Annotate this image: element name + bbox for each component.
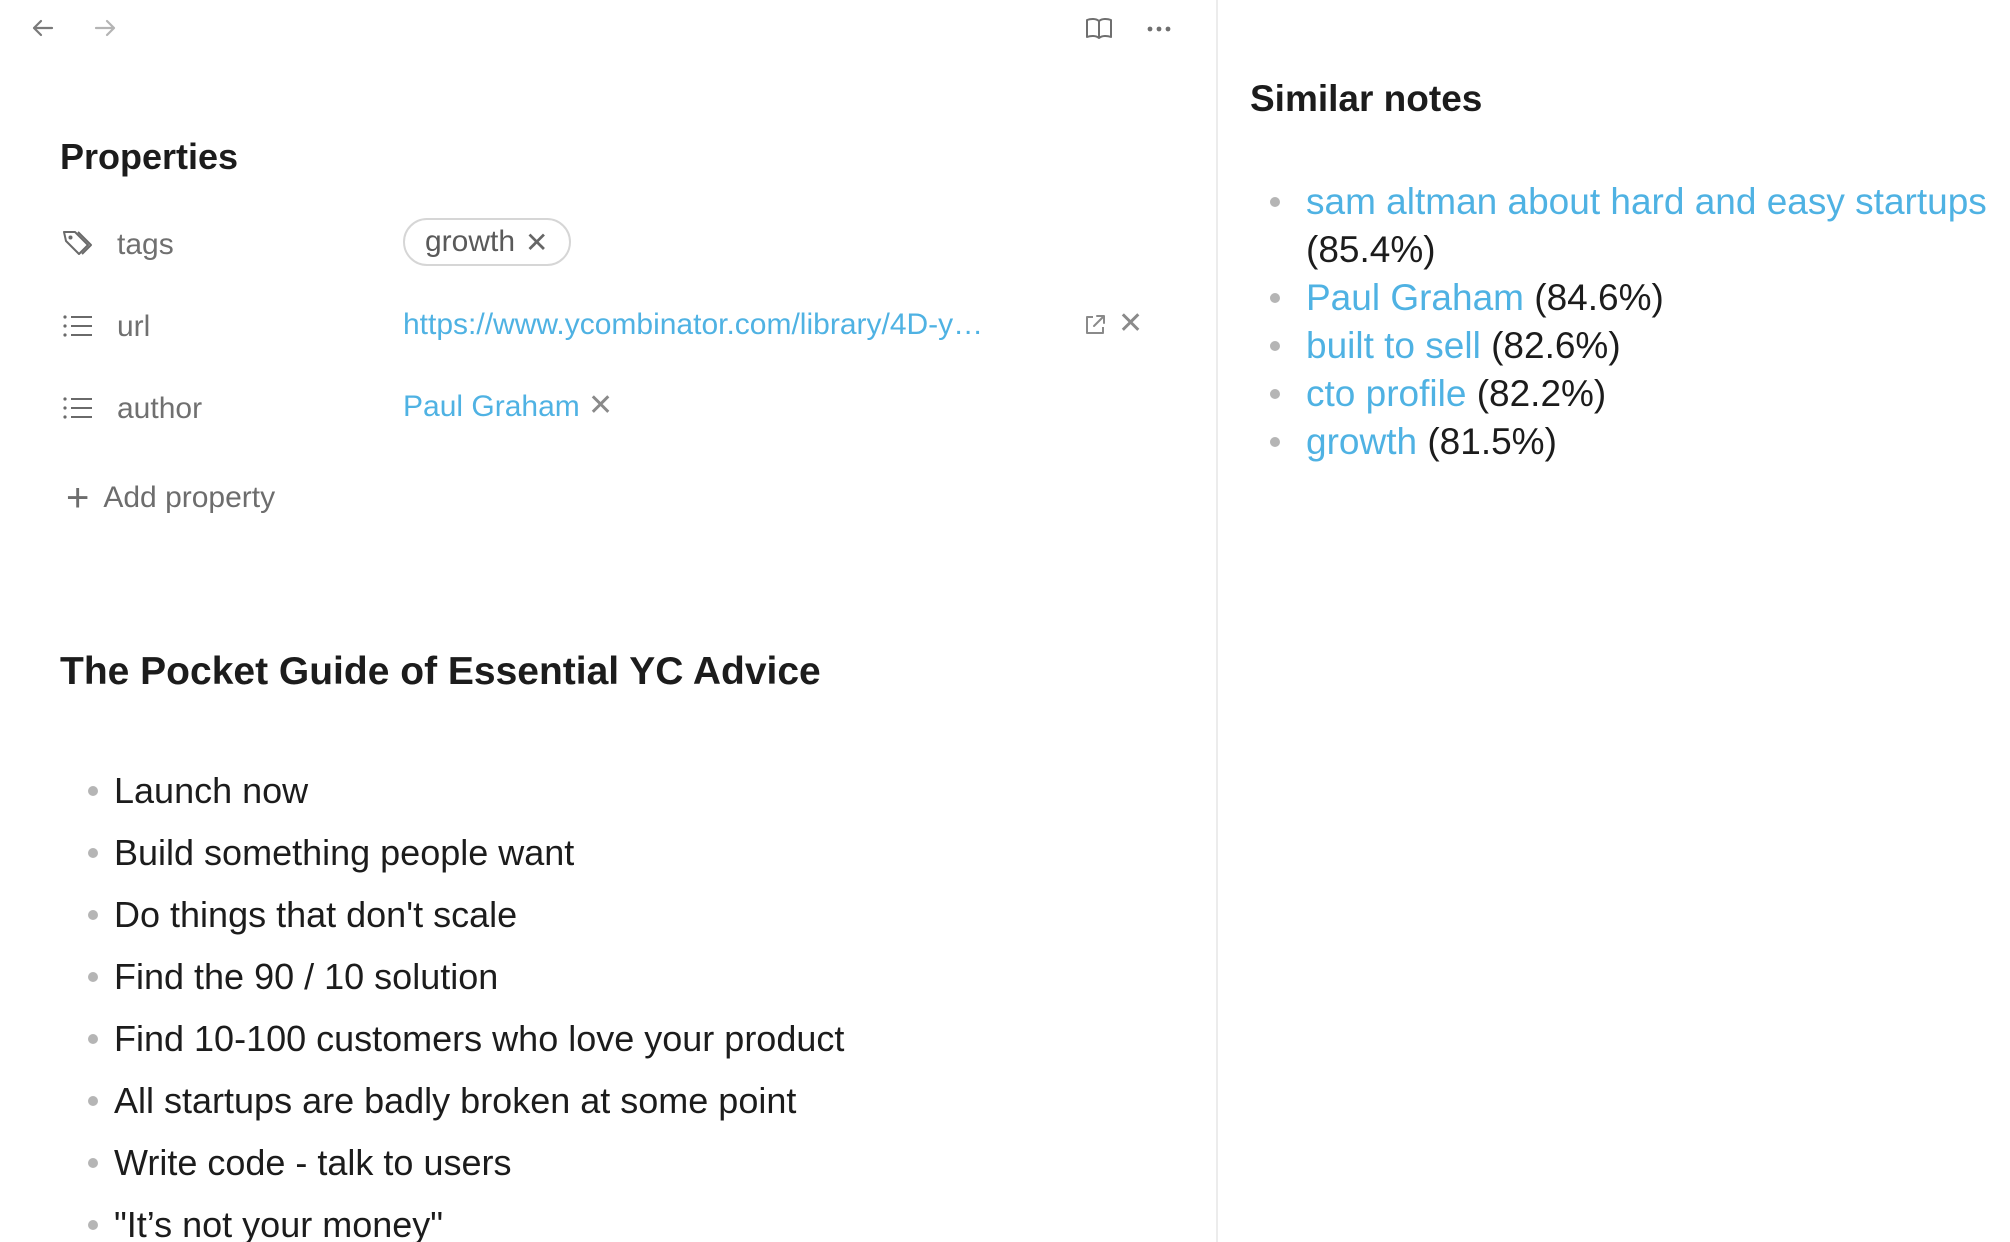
url-link[interactable]: https://www.ycombinator.com/library/4D-y… [403, 308, 983, 342]
close-icon[interactable]: ✕ [588, 388, 613, 423]
bullet-icon [88, 786, 98, 796]
similar-note-item: Paul Graham (84.6%) [1262, 274, 2002, 322]
property-name-url[interactable]: url [117, 310, 150, 344]
tag-chip-growth[interactable]: growth ✕ [403, 218, 571, 266]
list-item: All startups are badly broken at some po… [88, 1070, 844, 1132]
similar-note-link[interactable]: growth [1306, 421, 1417, 462]
similarity-score: (82.6%) [1491, 325, 1621, 366]
app-window: Properties tags growth ✕ url https://www… [0, 0, 2010, 1242]
property-name-tags[interactable]: tags [117, 228, 174, 262]
list-item: Find 10-100 customers who love your prod… [88, 1008, 844, 1070]
similar-note-link[interactable]: cto profile [1306, 373, 1466, 414]
open-book-icon [1086, 17, 1112, 39]
author-link[interactable]: Paul Graham [403, 390, 580, 424]
document-heading: The Pocket Guide of Essential YC Advice [60, 650, 821, 693]
list-icon [60, 390, 96, 426]
property-row-tags: tags growth ✕ [60, 216, 1160, 272]
similarity-score: (85.4%) [1306, 229, 1436, 270]
advice-list: Launch now Build something people want D… [88, 760, 844, 1242]
bullet-icon [88, 1096, 98, 1106]
similar-note-link[interactable]: Paul Graham [1306, 277, 1524, 318]
arrow-left-icon [32, 19, 54, 37]
similar-note-item: sam altman about hard and easy startups … [1262, 178, 2002, 274]
bullet-icon [1270, 197, 1280, 207]
tag-chip-label: growth [425, 225, 516, 258]
similar-note-link[interactable]: built to sell [1306, 325, 1481, 366]
property-name-author[interactable]: author [117, 392, 202, 426]
similar-note-item: cto profile (82.2%) [1262, 370, 2002, 418]
bullet-icon [1270, 389, 1280, 399]
list-item: "It’s not your money" [88, 1194, 844, 1242]
similarity-score: (82.2%) [1476, 373, 1607, 414]
list-item: Launch now [88, 760, 844, 822]
tag-icon [60, 226, 96, 262]
bullet-icon [88, 972, 98, 982]
add-property-button[interactable]: + Add property [66, 476, 275, 520]
bullet-icon [1270, 437, 1280, 447]
forward-button[interactable] [84, 10, 126, 46]
similar-note-item: growth (81.5%) [1262, 418, 2002, 466]
arrow-right-icon [94, 19, 116, 37]
similar-note-link[interactable]: sam altman about hard and easy startups [1306, 181, 1987, 222]
bullet-icon [1270, 341, 1280, 351]
similarity-score: (81.5%) [1427, 421, 1557, 462]
similarity-score: (84.6%) [1534, 277, 1664, 318]
similar-notes-pane: Similar notes sam altman about hard and … [1218, 0, 2010, 1242]
bullet-icon [1270, 293, 1280, 303]
bullet-icon [88, 848, 98, 858]
list-icon [60, 308, 96, 344]
plus-icon: + [66, 476, 90, 520]
add-property-label: Add property [103, 481, 276, 514]
property-row-url: url https://www.ycombinator.com/library/… [60, 298, 1160, 354]
reading-view-button[interactable] [1078, 10, 1120, 46]
more-options-icon [1147, 26, 1171, 32]
similar-notes-list: sam altman about hard and easy startups … [1262, 178, 2002, 466]
property-row-author: author Paul Graham ✕ [60, 380, 1160, 436]
note-editor-pane: Properties tags growth ✕ url https://www… [0, 0, 1216, 1242]
properties-heading: Properties [60, 136, 239, 177]
similar-note-item: built to sell (82.6%) [1262, 322, 2002, 370]
list-item: Do things that don't scale [88, 884, 844, 946]
bullet-icon [88, 1220, 98, 1230]
external-link-icon[interactable] [1080, 310, 1110, 340]
bullet-icon [88, 1034, 98, 1044]
more-options-button[interactable] [1138, 10, 1180, 46]
list-item: Build something people want [88, 822, 844, 884]
list-item: Find the 90 / 10 solution [88, 946, 844, 1008]
similar-notes-heading: Similar notes [1250, 78, 1483, 119]
close-icon[interactable]: ✕ [1118, 306, 1143, 341]
list-item: Write code - talk to users [88, 1132, 844, 1194]
back-button[interactable] [22, 10, 64, 46]
close-icon[interactable]: ✕ [525, 226, 548, 259]
bullet-icon [88, 910, 98, 920]
bullet-icon [88, 1158, 98, 1168]
